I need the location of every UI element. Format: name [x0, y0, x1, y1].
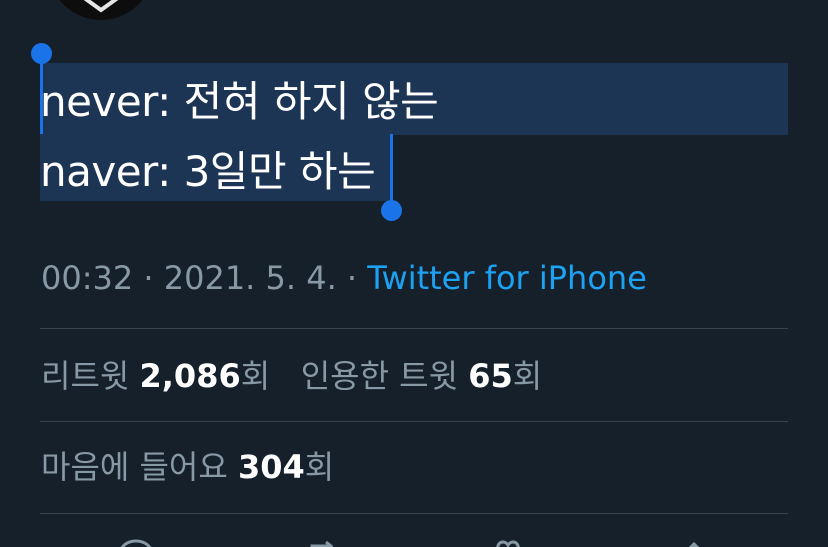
like-icon[interactable] — [488, 538, 528, 547]
tweet-text-line-2[interactable]: naver: 3일만 하는 — [40, 146, 376, 198]
selection-end-handle-bar[interactable] — [390, 134, 393, 208]
selection-end-handle[interactable] — [381, 200, 402, 221]
meta-separator: · — [133, 259, 164, 297]
quote-label: 인용한 트윗 — [300, 357, 459, 395]
profile-avatar[interactable] — [48, 0, 154, 20]
retweet-icon[interactable] — [302, 538, 342, 547]
divider — [40, 328, 788, 329]
retweet-label: 리트윗 — [41, 357, 130, 395]
like-label: 마음에 들어요 — [41, 448, 228, 486]
quote-count[interactable]: 65 — [468, 357, 513, 395]
divider — [40, 421, 788, 422]
tweet-action-bar — [0, 530, 828, 547]
selection-start-handle[interactable] — [31, 43, 52, 64]
like-stats-row: 마음에 들어요 304회 — [41, 447, 334, 487]
avatar-logo-icon — [83, 0, 119, 13]
retweet-unit: 회 — [240, 357, 271, 395]
tweet-meta: 00:32 · 2021. 5. 4. · Twitter for iPhone — [41, 258, 647, 298]
tweet-source-link[interactable]: Twitter for iPhone — [367, 259, 647, 297]
retweet-count[interactable]: 2,086 — [140, 357, 241, 395]
like-count[interactable]: 304 — [238, 448, 305, 486]
selection-start-handle-bar[interactable] — [40, 60, 43, 134]
tweet-text-line-1[interactable]: never: 전혀 하지 않는 — [40, 76, 439, 128]
quote-unit: 회 — [512, 357, 543, 395]
like-unit: 회 — [304, 448, 335, 486]
reply-icon[interactable] — [116, 538, 156, 547]
divider — [40, 513, 788, 514]
tweet-date: 2021. 5. 4. — [163, 259, 337, 297]
tweet-time: 00:32 — [41, 259, 134, 297]
tweet-detail-screen: never: 전혀 하지 않는 naver: 3일만 하는 00:32 · 20… — [0, 0, 828, 547]
share-icon[interactable] — [674, 538, 714, 547]
retweet-stats-row: 리트윗 2,086회 인용한 트윗 65회 — [41, 356, 542, 396]
meta-separator-2: · — [336, 259, 368, 297]
